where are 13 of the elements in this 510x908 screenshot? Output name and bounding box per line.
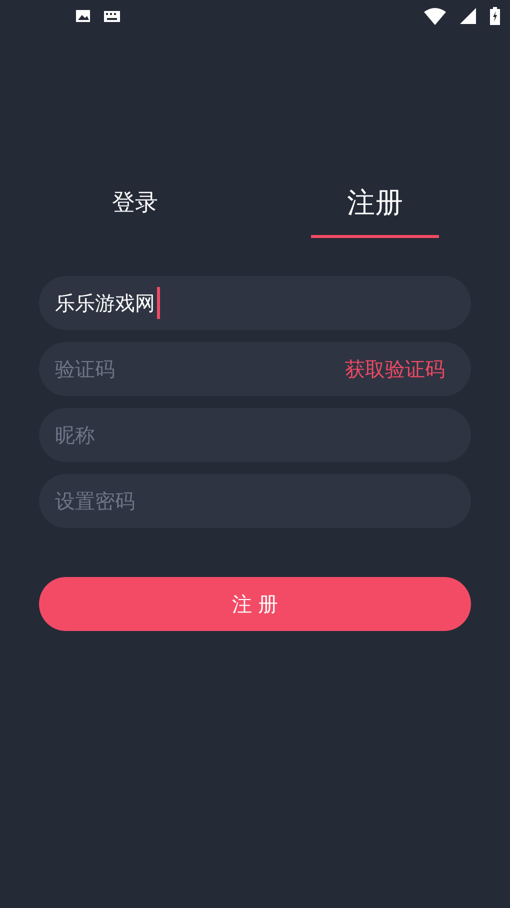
input-field[interactable]: 验证码 获取验证码 <box>39 342 471 396</box>
input-field[interactable]: 设置密码 <box>39 474 471 528</box>
register-button[interactable]: 注 册 <box>39 577 471 631</box>
image-icon <box>76 10 90 22</box>
wifi-icon <box>424 8 446 24</box>
battery-icon <box>490 7 500 25</box>
input-field[interactable]: 昵称 <box>39 408 471 462</box>
get-code-button[interactable]: 获取验证码 <box>345 356 455 382</box>
signal-icon <box>460 8 476 24</box>
keyboard-icon <box>104 10 120 22</box>
input-field[interactable]: 乐乐游戏网 <box>39 276 471 330</box>
tab[interactable]: 注册 <box>311 170 439 238</box>
tab[interactable]: 登录 <box>71 170 199 238</box>
